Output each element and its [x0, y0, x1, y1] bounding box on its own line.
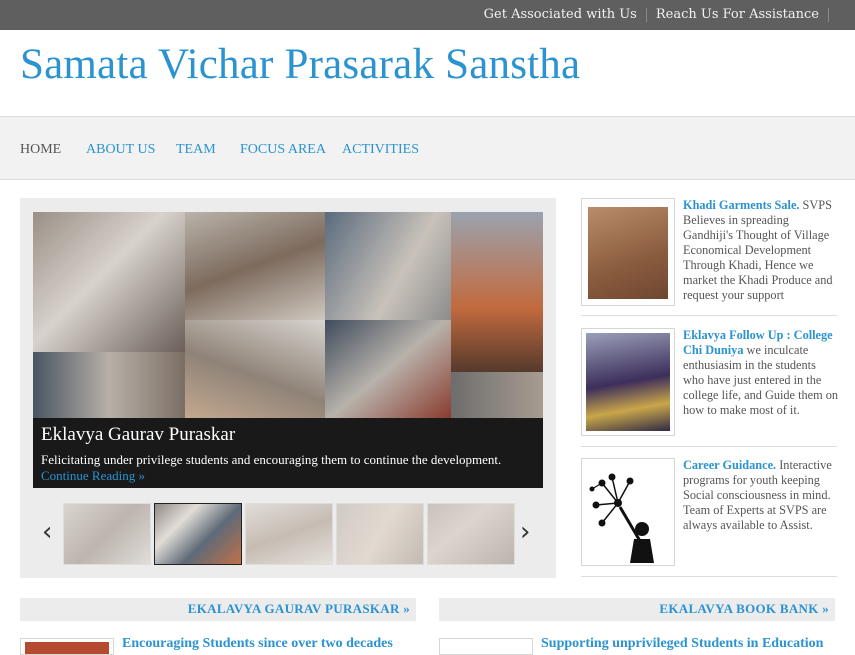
sidebar-item-title[interactable]: Khadi Garments Sale. [683, 198, 799, 212]
sidebar-item-text: Eklavya Follow Up : College Chi Duniya w… [683, 328, 839, 418]
divider [581, 446, 837, 447]
reach-us-link[interactable]: Reach Us For Assistance [647, 8, 829, 22]
slider-thumbnail[interactable] [336, 503, 424, 565]
nav-item-about-us[interactable]: ABOUT US [86, 142, 155, 158]
photo-tile [185, 320, 325, 418]
slider-thumbnail[interactable] [63, 503, 151, 565]
slider-thumbnail[interactable] [154, 503, 242, 565]
khadi-garment-image[interactable] [581, 198, 675, 306]
photo-tile [325, 320, 451, 418]
section-header-left: EKALAVYA GAURAV PURASKAR » [20, 598, 416, 621]
career-guidance-image[interactable] [581, 458, 675, 566]
photo-tile [451, 372, 543, 418]
slider-thumbnail[interactable] [245, 503, 333, 565]
sidebar-item-career-guidance: Career Guidance. Interactive programs fo… [581, 458, 837, 566]
sidebar-item-title[interactable]: Career Guidance. [683, 458, 776, 472]
section-image-left[interactable] [20, 638, 114, 655]
slide-caption: Eklavya Gaurav Puraskar Felicitating und… [33, 418, 543, 488]
nav-item-activities[interactable]: ACTIVITIES [342, 142, 419, 158]
photo-tile [451, 212, 543, 372]
sidebar-item-khadi: Khadi Garments Sale. SVPS Believes in sp… [581, 198, 837, 306]
section-title-left[interactable]: Encouraging Students since over two deca… [122, 636, 393, 652]
section-header-right: EKALAVYA BOOK BANK » [439, 598, 835, 621]
college-event-image[interactable] [581, 328, 675, 436]
divider [581, 315, 837, 316]
continue-reading-link[interactable]: Continue Reading » [41, 468, 145, 484]
photo-tile [33, 352, 185, 418]
nav-item-focus-area[interactable]: FOCUS AREA [240, 142, 326, 158]
slide-title[interactable]: Eklavya Gaurav Puraskar [41, 424, 235, 446]
sidebar-item-description: SVPS Believes in spreading Gandhiji's Th… [683, 198, 833, 302]
sidebar-item-eklavya-follow-up: Eklavya Follow Up : College Chi Duniya w… [581, 328, 839, 436]
ekalavya-book-bank-link[interactable]: EKALAVYA BOOK BANK » [659, 601, 829, 617]
ekalavya-gaurav-puraskar-link[interactable]: EKALAVYA GAURAV PURASKAR » [188, 601, 410, 617]
photo-tile [185, 212, 325, 320]
main-nav: HOME ABOUT US TEAM FOCUS AREA ACTIVITIES [0, 116, 855, 180]
get-associated-link[interactable]: Get Associated with Us [475, 8, 647, 22]
slide-image[interactable]: Eklavya Gaurav Puraskar Felicitating und… [33, 212, 543, 488]
slide-description: Felicitating under privilege students an… [41, 452, 502, 467]
top-bar: Get Associated with Us Reach Us For Assi… [0, 0, 855, 30]
nav-item-team[interactable]: TEAM [176, 142, 216, 158]
sidebar-item-text: Career Guidance. Interactive programs fo… [683, 458, 839, 533]
top-links: Get Associated with Us Reach Us For Assi… [475, 0, 829, 30]
nav-item-home[interactable]: HOME [20, 142, 61, 158]
network-person-icon [589, 473, 654, 563]
sidebar-item-text: Khadi Garments Sale. SVPS Believes in sp… [683, 198, 839, 303]
divider [581, 576, 837, 577]
section-title-right[interactable]: Supporting unprivileged Students in Educ… [541, 636, 823, 652]
chevron-left-icon[interactable]: ‹ [42, 518, 52, 546]
section-image-right[interactable] [439, 638, 533, 655]
photo-tile [325, 212, 451, 320]
chevron-right-icon[interactable]: › [520, 518, 530, 546]
slider-thumbnail[interactable] [427, 503, 515, 565]
photo-tile [33, 212, 185, 352]
site-title[interactable]: Samata Vichar Prasarak Sanstha [20, 40, 580, 89]
